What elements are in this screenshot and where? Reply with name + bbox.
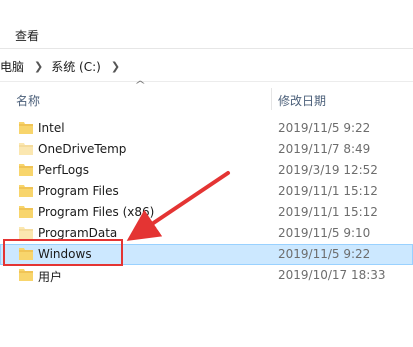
file-name: Program Files (x86) [38,205,155,219]
file-row[interactable]: Program Files 2019/11/1 15:12 [0,181,413,202]
folder-icon [19,143,33,155]
menu-view[interactable]: 查看 [15,27,39,44]
column-header-name[interactable]: 名称 [16,92,40,109]
file-name: Intel [38,121,65,135]
file-row[interactable]: OneDriveTemp 2019/11/7 8:49 [0,139,413,160]
folder-icon [19,269,33,281]
breadcrumb-system-drive[interactable]: 系统 (C:) [51,58,101,75]
folder-icon [19,185,33,197]
menu-bar: 查看 [0,0,413,46]
annotation-highlight-box [3,239,123,266]
file-name: PerfLogs [38,163,90,177]
file-date: 2019/11/1 15:12 [278,205,378,219]
file-date: 2019/10/17 18:33 [278,268,386,282]
file-date: 2019/11/5 9:22 [278,247,371,261]
breadcrumb-computer[interactable]: 电脑 [0,58,24,75]
file-name: OneDriveTemp [38,142,127,156]
column-header: 名称 修改日期 [0,88,413,110]
file-row[interactable]: PerfLogs 2019/3/19 12:52 [0,160,413,181]
file-row[interactable]: 用户 2019/10/17 18:33 [0,265,413,286]
file-row[interactable]: Program Files (x86) 2019/11/1 15:12 [0,202,413,223]
folder-icon [19,206,33,218]
file-date: 2019/3/19 12:52 [278,163,378,177]
chevron-right-icon[interactable]: ❯ [111,60,120,73]
menu-divider [0,48,413,49]
file-date: 2019/11/5 9:10 [278,226,371,240]
file-date: 2019/11/5 9:22 [278,121,371,135]
folder-icon [19,164,33,176]
folder-icon [19,227,33,239]
file-date: 2019/11/1 15:12 [278,184,378,198]
column-header-date[interactable]: 修改日期 [278,92,326,109]
file-name: ProgramData [38,226,118,240]
folder-icon [19,122,33,134]
file-date: 2019/11/7 8:49 [278,142,371,156]
file-name: Program Files [38,184,119,198]
file-name: 用户 [38,270,63,284]
column-divider[interactable] [271,88,272,110]
address-divider [0,81,413,82]
chevron-right-icon[interactable]: ❯ [34,60,43,73]
file-row[interactable]: Intel 2019/11/5 9:22 [0,118,413,139]
address-bar[interactable]: 电脑 ❯ 系统 (C:) ❯ [0,54,413,78]
